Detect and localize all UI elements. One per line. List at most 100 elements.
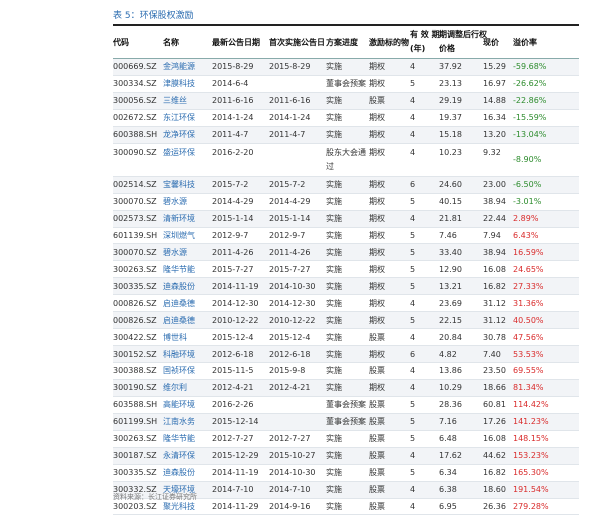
cell-type: 期权: [369, 75, 410, 93]
cell-strike: 17.62: [439, 447, 483, 465]
cell-name: 永清环保: [163, 447, 212, 465]
cell-current-price: 16.97: [483, 75, 513, 93]
table-row: 300388.SZ 国祯环保 2015-11-5 2015-9-8 实施 股票 4 13.86…: [113, 362, 579, 380]
table-row: 300152.SZ 科融环境 2012-6-18 2012-6-18 实施 期权 6 4.82…: [113, 345, 579, 363]
cell-latest-date: 2014-11-19: [212, 277, 269, 296]
cell-first-date: 2010-12-22: [269, 311, 326, 330]
cell-progress: 实施: [326, 379, 369, 397]
cell-code: 300056.SZ: [113, 92, 163, 110]
cell-first-date: 2015-7-2: [269, 176, 326, 194]
cell-premium: -13.04%: [513, 126, 579, 144]
header-first-date: 首次实施公告日: [269, 24, 326, 59]
header-validity: 有 效 期 (年): [410, 24, 440, 59]
cell-current-price: 16.82: [483, 277, 513, 296]
table-row: 300335.SZ 迪森股份 2014-11-19 2014-10-30 实施 股票 5 6.…: [113, 464, 579, 482]
cell-type: 期权: [369, 227, 410, 245]
cell-latest-date: 2016-2-26: [212, 396, 269, 414]
cell-current-price: 14.88: [483, 92, 513, 110]
cell-progress: 实施: [326, 345, 369, 363]
table-row: 300090.SZ 盛运环保 2016-2-20 股东大会通过 期权 4 10.23 9.32…: [113, 143, 579, 177]
cell-name: 维尔利: [163, 379, 212, 397]
cell-strike: 10.23: [439, 143, 483, 177]
cell-code: 000669.SZ: [113, 58, 163, 76]
cell-name: 金鸿能源: [163, 58, 212, 76]
cell-latest-date: 2011-4-26: [212, 243, 269, 262]
header-code: 代码: [113, 24, 163, 59]
cell-type: 股票: [369, 498, 410, 515]
cell-validity: 5: [410, 75, 439, 93]
cell-first-date: 2011-4-26: [269, 243, 326, 262]
cell-validity: 5: [410, 277, 439, 296]
cell-latest-date: 2015-12-14: [212, 413, 269, 431]
cell-latest-date: 2015-12-4: [212, 328, 269, 347]
cell-premium: 31.36%: [513, 294, 579, 313]
cell-name: 清新环境: [163, 210, 212, 228]
cell-current-price: 18.60: [483, 481, 513, 499]
cell-current-price: 16.34: [483, 109, 513, 127]
cell-validity: 4: [410, 294, 439, 313]
cell-strike: 37.92: [439, 58, 483, 76]
cell-name: 津膜科技: [163, 75, 212, 93]
cell-premium: 279.28%: [513, 498, 579, 515]
cell-current-price: 38.94: [483, 193, 513, 211]
cell-current-price: 31.12: [483, 311, 513, 330]
cell-type: 期权: [369, 260, 410, 279]
cell-name: 碧水源: [163, 193, 212, 211]
cell-code: 600388.SH: [113, 126, 163, 144]
header-current-price: 现价: [483, 24, 513, 59]
cell-name: 启迪桑德: [163, 311, 212, 330]
cell-progress: 实施: [326, 481, 369, 499]
cell-current-price: 30.78: [483, 328, 513, 347]
cell-validity: 5: [410, 243, 439, 262]
cell-type: 期权: [369, 193, 410, 211]
table-row: 300070.SZ 碧水源 2011-4-26 2011-4-26 实施 期权 5 33.40…: [113, 243, 579, 262]
cell-code: 300335.SZ: [113, 277, 163, 296]
cell-code: 300152.SZ: [113, 345, 163, 363]
cell-type: 股票: [369, 362, 410, 380]
table-row: 300422.SZ 博世科 2015-12-4 2015-12-4 实施 股票 4 20.84…: [113, 328, 579, 347]
cell-current-price: 23.00: [483, 176, 513, 194]
cell-premium: 141.23%: [513, 413, 579, 431]
cell-strike: 7.46: [439, 227, 483, 245]
cell-progress: 实施: [326, 210, 369, 228]
cell-progress: 实施: [326, 311, 369, 330]
cell-latest-date: 2015-7-27: [212, 260, 269, 279]
cell-first-date: 2014-10-30: [269, 277, 326, 296]
cell-current-price: 22.44: [483, 210, 513, 228]
cell-first-date: [269, 75, 326, 93]
header-validity-line2: (年): [410, 44, 426, 53]
cell-type: 股票: [369, 328, 410, 347]
cell-strike: 4.82: [439, 345, 483, 363]
cell-latest-date: 2016-2-20: [212, 143, 269, 177]
cell-strike: 29.19: [439, 92, 483, 110]
cell-latest-date: 2014-12-30: [212, 294, 269, 313]
cell-first-date: 2015-7-27: [269, 260, 326, 279]
cell-progress: 实施: [326, 260, 369, 279]
cell-current-price: 23.50: [483, 362, 513, 380]
cell-latest-date: 2011-4-7: [212, 126, 269, 144]
cell-code: 300070.SZ: [113, 243, 163, 262]
cell-strike: 6.95: [439, 498, 483, 515]
cell-code: 300090.SZ: [113, 143, 163, 177]
cell-validity: 4: [410, 58, 439, 76]
cell-code: 300070.SZ: [113, 193, 163, 211]
header-premium: 溢价率: [513, 24, 579, 59]
cell-strike: 23.69: [439, 294, 483, 313]
cell-latest-date: 2015-11-5: [212, 362, 269, 380]
cell-progress: 实施: [326, 58, 369, 76]
cell-type: 期权: [369, 109, 410, 127]
table-row: 300070.SZ 碧水源 2014-4-29 2014-4-29 实施 期权 5 40.15…: [113, 193, 579, 211]
cell-premium: 40.50%: [513, 311, 579, 330]
cell-premium: -3.01%: [513, 193, 579, 211]
cell-name: 博世科: [163, 328, 212, 347]
cell-latest-date: 2012-7-27: [212, 430, 269, 448]
table-row: 300263.SZ 隆华节能 2012-7-27 2012-7-27 实施 股票 5 6.48…: [113, 430, 579, 448]
cell-strike: 20.84: [439, 328, 483, 347]
table-row: 300335.SZ 迪森股份 2014-11-19 2014-10-30 实施 期权 5 13…: [113, 277, 579, 296]
cell-name: 深圳燃气: [163, 227, 212, 245]
caption-label: 表 5：: [113, 11, 140, 21]
cell-strike: 21.81: [439, 210, 483, 228]
cell-premium: 16.59%: [513, 243, 579, 262]
cell-code: 300187.SZ: [113, 447, 163, 465]
cell-premium: 191.54%: [513, 481, 579, 499]
